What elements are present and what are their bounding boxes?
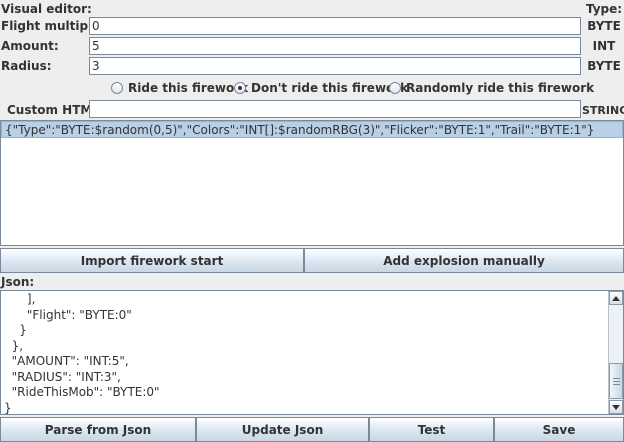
json-line: "RideThisMob": "BYTE:0" — [4, 385, 160, 399]
amount-type: INT — [592, 39, 616, 53]
json-line: } — [4, 323, 27, 337]
radio-button-icon — [111, 82, 123, 94]
scroll-down-arrow-icon[interactable] — [609, 400, 623, 414]
test-button[interactable]: Test — [369, 417, 494, 442]
radius-label: Radius: — [1, 59, 52, 73]
type-column-label: Type: — [585, 2, 623, 16]
json-line: "Flight": "BYTE:0" — [4, 307, 132, 322]
scroll-up-arrow-icon[interactable] — [609, 291, 623, 305]
random-ride-radio-option[interactable]: Randomly ride this firework — [389, 80, 594, 96]
radio-button-selected-icon — [234, 82, 246, 94]
custom-html-type: STRING — [582, 104, 624, 117]
amount-input[interactable]: 5 — [89, 37, 581, 55]
flight-multiplier-type: BYTE — [587, 19, 621, 33]
parse-from-json-button[interactable]: Parse from Json — [0, 417, 196, 442]
radio-button-icon — [389, 82, 401, 94]
radius-type: BYTE — [587, 59, 621, 73]
json-line: "RADIUS": "INT:3", — [4, 369, 121, 384]
ride-radio-option[interactable]: Ride this firework — [111, 80, 248, 96]
json-text-area[interactable]: ], "Flight": "BYTE:0" } }, "AMOUNT": "IN… — [0, 290, 624, 415]
dont-ride-radio-label: Don't ride this firework — [251, 81, 409, 95]
json-line: "AMOUNT": "INT:5", — [4, 354, 129, 368]
visual-editor-label: Visual editor: — [1, 2, 92, 16]
add-explosion-manually-button[interactable]: Add explosion manually — [304, 248, 624, 273]
radius-input[interactable]: 3 — [89, 57, 581, 75]
flight-multiplier-input[interactable]: 0 — [89, 17, 581, 35]
custom-html-input[interactable] — [89, 100, 581, 118]
json-line: ], — [4, 292, 36, 306]
explosion-list-item[interactable]: {"Type":"BYTE:$random(0,5)","Colors":"IN… — [1, 121, 623, 138]
random-ride-radio-label: Randomly ride this firework — [406, 81, 595, 95]
json-vertical-scrollbar[interactable] — [608, 291, 623, 414]
dont-ride-radio-option[interactable]: Don't ride this firework — [234, 80, 408, 96]
json-label: Json: — [1, 275, 35, 289]
update-json-button[interactable]: Update Json — [196, 417, 369, 442]
save-button[interactable]: Save — [494, 417, 624, 442]
amount-label: Amount: — [1, 39, 59, 53]
import-firework-start-button[interactable]: Import firework start — [0, 248, 304, 273]
json-line: } — [4, 400, 12, 415]
scrollbar-thumb[interactable] — [609, 363, 623, 399]
json-line: }, — [4, 338, 24, 353]
explosions-list[interactable]: {"Type":"BYTE:$random(0,5)","Colors":"IN… — [0, 120, 624, 246]
ride-radio-label: Ride this firework — [128, 81, 249, 95]
